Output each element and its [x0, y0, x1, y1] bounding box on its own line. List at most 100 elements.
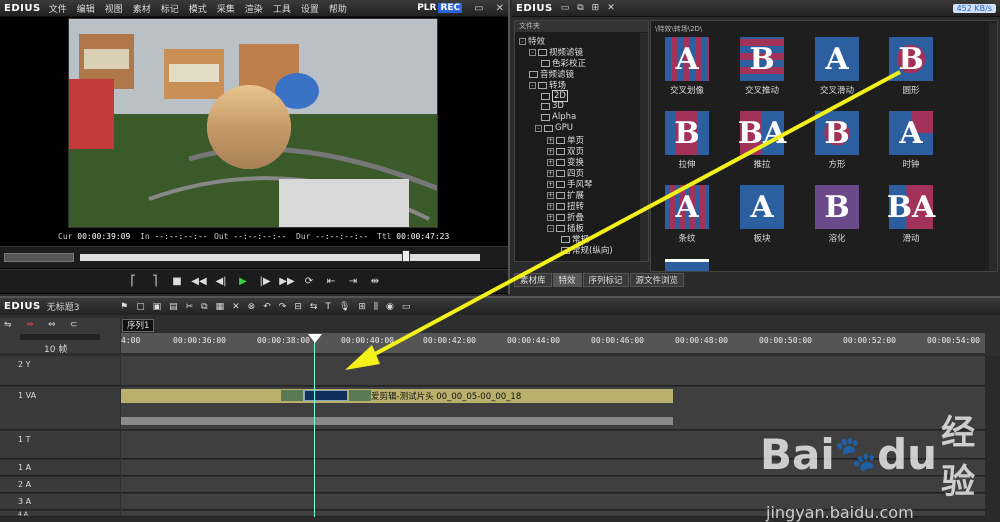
plr-rec-toggle[interactable]: PLR REC: [417, 3, 463, 13]
track-header-2a[interactable]: 2 A: [0, 477, 120, 493]
split-icon[interactable]: ⇹: [367, 275, 383, 289]
track-header-3a[interactable]: 3 A: [0, 494, 120, 510]
tab-bin[interactable]: 素材库: [514, 273, 552, 287]
track-header-1t[interactable]: 1 T: [0, 431, 120, 459]
fx-thumb-square[interactable]: B: [815, 111, 859, 155]
tab-sequence1[interactable]: 序列1: [122, 319, 155, 332]
sync-lock-icon[interactable]: ⇔: [48, 320, 56, 330]
flag-icon[interactable]: ⚑: [120, 302, 128, 312]
close-icon[interactable]: ✕: [496, 3, 504, 14]
tree-normal-vertical[interactable]: 常规(纵向): [561, 244, 613, 256]
fx-thumb-cross-wipe[interactable]: A: [665, 37, 709, 81]
menu-clip[interactable]: 素材: [133, 5, 151, 15]
mixer-icon[interactable]: ⫼: [374, 302, 378, 312]
copy-icon[interactable]: ⧉: [577, 3, 583, 13]
undo-icon[interactable]: ↶: [263, 302, 271, 312]
track-header-4a[interactable]: 4 A: [0, 511, 120, 518]
grid-scrollbar[interactable]: [989, 23, 997, 271]
fast-forward-icon[interactable]: ▶▶: [279, 275, 295, 289]
play-icon[interactable]: ▶: [235, 275, 251, 289]
menu-file[interactable]: 文件: [49, 5, 67, 15]
menu-render[interactable]: 渲染: [245, 5, 263, 15]
rewind-icon[interactable]: ◀◀: [191, 275, 207, 289]
menu-marker[interactable]: 标记: [161, 5, 179, 15]
track-lane-2y[interactable]: [121, 356, 985, 386]
menu-help[interactable]: 帮助: [329, 5, 347, 15]
ripple-delete-icon[interactable]: ⊗: [248, 302, 256, 312]
shuttle-slider[interactable]: [4, 253, 74, 262]
position-track[interactable]: [80, 254, 480, 261]
tree-scrollbar[interactable]: [640, 33, 648, 261]
menu-view[interactable]: 视图: [105, 5, 123, 15]
track-lane-1a[interactable]: [121, 460, 985, 476]
tab-effects[interactable]: 特效: [552, 273, 582, 287]
track-header-1a[interactable]: 1 A: [0, 460, 120, 476]
fx-thumb-circle[interactable]: B: [889, 37, 933, 81]
time-ruler[interactable]: 4:00 00:00:36:00 00:00:38:00 00:00:40:00…: [121, 333, 985, 353]
arrange-icon[interactable]: ⊞: [592, 3, 600, 13]
tree-3d[interactable]: 3D: [541, 101, 564, 111]
track-header-2y[interactable]: 2 Y: [0, 356, 120, 386]
fx-thumb-more[interactable]: [665, 259, 709, 271]
save-icon[interactable]: ▤: [169, 302, 178, 312]
fx-thumb-stretch[interactable]: B: [665, 111, 709, 155]
sync-icon[interactable]: ⇆: [310, 302, 318, 312]
minimize-icon[interactable]: ▭: [474, 3, 483, 14]
fx-thumb-cross-slide[interactable]: A: [815, 37, 859, 81]
paste-icon[interactable]: ▦: [216, 302, 225, 312]
menu-settings[interactable]: 设置: [301, 5, 319, 15]
playhead-marker[interactable]: [308, 334, 322, 343]
overwrite-icon[interactable]: ⇥: [345, 275, 361, 289]
mode-icon[interactable]: ⇋: [4, 320, 12, 330]
fx-thumb-blocks[interactable]: A: [740, 185, 784, 229]
ripple-icon[interactable]: ⇏: [26, 320, 34, 330]
track-lane-1t[interactable]: [121, 431, 985, 459]
layout-icon[interactable]: ▭: [402, 302, 411, 312]
new-icon[interactable]: ▢: [136, 302, 145, 312]
tab-sequence-markers[interactable]: 序列标记: [582, 273, 629, 287]
fx-thumb-slide[interactable]: BA: [887, 185, 935, 229]
tab-source-browser[interactable]: 源文件浏览: [629, 273, 685, 287]
menu-tools[interactable]: 工具: [273, 5, 291, 15]
menu-edit[interactable]: 编辑: [77, 5, 95, 15]
fx-thumb-cross-push[interactable]: B: [740, 37, 784, 81]
render-icon[interactable]: ◉: [386, 302, 394, 312]
transition-block[interactable]: [304, 390, 348, 401]
stop-icon[interactable]: ■: [169, 275, 185, 289]
fx-thumb-clock[interactable]: A: [889, 111, 933, 155]
fx-thumb-dissolve[interactable]: B: [815, 185, 859, 229]
link-icon[interactable]: ⊂: [70, 320, 78, 330]
fx-thumb-push-pull[interactable]: BA: [738, 111, 786, 155]
delete-icon[interactable]: ✕: [232, 302, 240, 312]
folder-icon[interactable]: ▭: [561, 3, 570, 13]
video-clip[interactable]: 爱剪辑-测试片头 00_00_05-00_00_18: [121, 389, 673, 403]
track-header-1va[interactable]: 1 VA: [0, 387, 120, 430]
fx-thumb-stripes[interactable]: A: [665, 185, 709, 229]
playhead-line[interactable]: [314, 338, 315, 517]
open-icon[interactable]: ▣: [153, 302, 162, 312]
voiceover-icon[interactable]: 🎙: [339, 302, 350, 312]
tree-alpha[interactable]: Alpha: [541, 112, 576, 122]
zoom-slider[interactable]: [20, 334, 100, 340]
track-lane-4a[interactable]: [121, 511, 985, 517]
copy-icon[interactable]: ⧉: [201, 302, 207, 312]
loop-icon[interactable]: ⟳: [301, 275, 317, 289]
export-icon[interactable]: ⊞: [358, 302, 366, 312]
insert-icon[interactable]: ⇤: [323, 275, 339, 289]
cut-icon[interactable]: ✂: [186, 302, 194, 312]
menu-mode[interactable]: 模式: [189, 5, 207, 15]
tree-gpu[interactable]: - GPU: [535, 123, 573, 133]
set-out-icon[interactable]: ⎤: [147, 275, 163, 289]
position-handle[interactable]: [402, 250, 410, 262]
step-back-icon[interactable]: ◀|: [213, 275, 229, 289]
set-in-icon[interactable]: ⎡: [125, 275, 141, 289]
timeline-vscroll[interactable]: [985, 356, 1000, 517]
title-icon[interactable]: T: [325, 302, 331, 312]
track-lane-1va[interactable]: 爱剪辑-测试片头 00_00_05-00_00_18: [121, 387, 985, 430]
redo-icon[interactable]: ↷: [279, 302, 287, 312]
step-forward-icon[interactable]: |▶: [257, 275, 273, 289]
track-lane-3a[interactable]: [121, 494, 985, 510]
menu-capture[interactable]: 采集: [217, 5, 235, 15]
delete-icon[interactable]: ✕: [607, 3, 615, 13]
track-lane-2a[interactable]: [121, 477, 985, 493]
